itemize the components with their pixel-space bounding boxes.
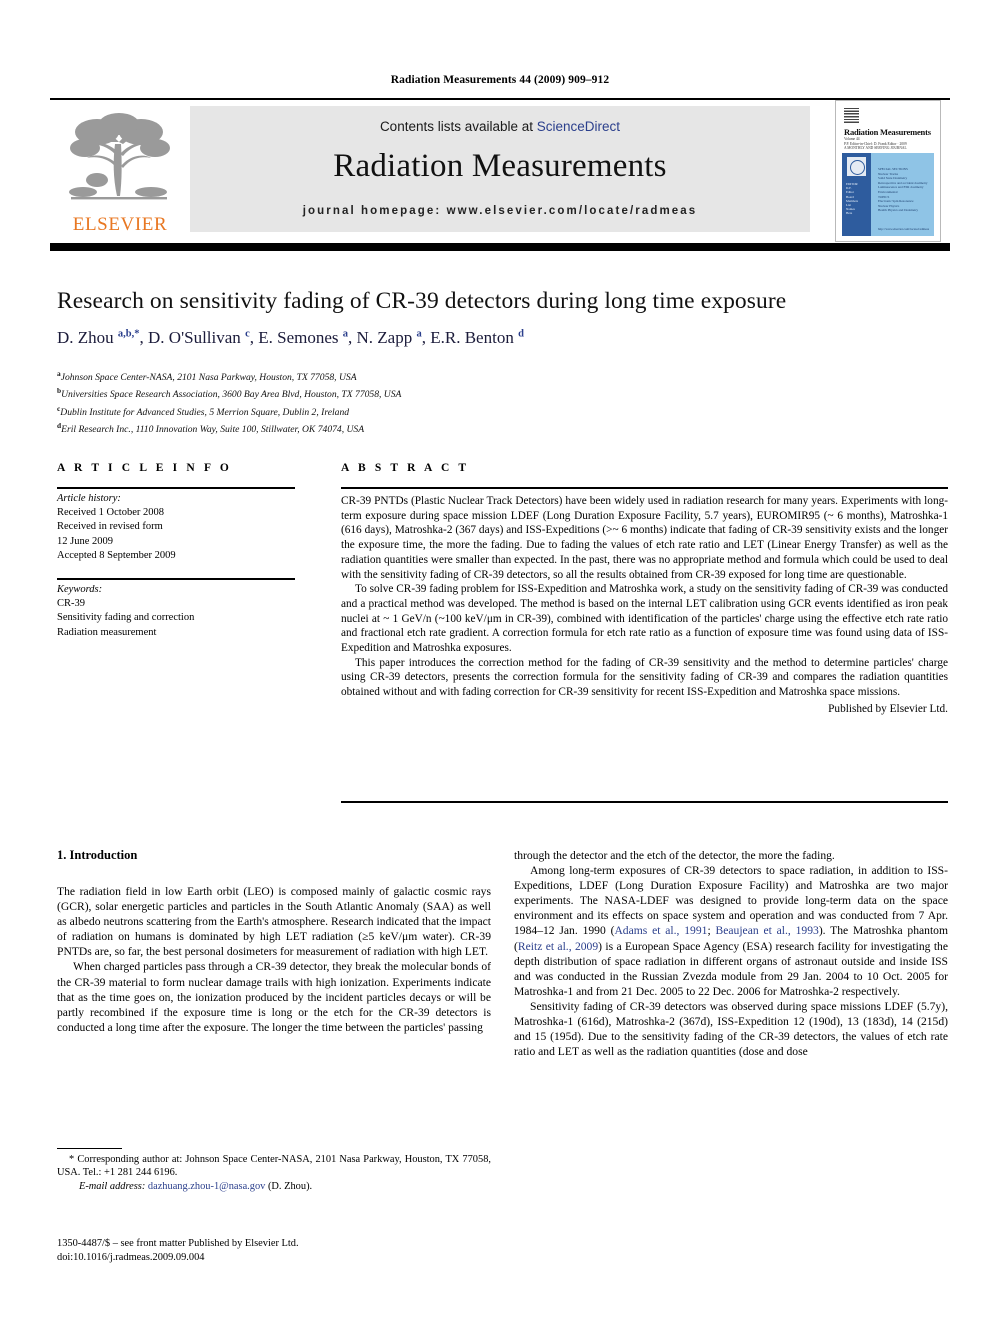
running-head: Radiation Measurements 44 (2009) 909–912 bbox=[390, 74, 610, 86]
email-label: E-mail address: bbox=[79, 1180, 146, 1192]
affiliation-mark: c bbox=[57, 403, 61, 413]
journal-homepage[interactable]: journal homepage: www.elsevier.com/locat… bbox=[190, 205, 810, 217]
page-title: Research on sensitivity fading of CR-39 … bbox=[57, 288, 787, 314]
article-history-line: Accepted 8 September 2009 bbox=[57, 549, 176, 561]
body-paragraph-with-citations: Among long-term exposures of CR-39 detec… bbox=[514, 864, 948, 998]
article-info-heading: A R T I C L E I N F O bbox=[57, 462, 232, 474]
sciencedirect-link[interactable]: ScienceDirect bbox=[537, 119, 620, 134]
article-history-line: Received in revised form bbox=[57, 521, 163, 533]
doi-line: doi:10.1016/j.radmeas.2009.09.004 bbox=[57, 1251, 205, 1263]
abstract-body: CR-39 PNTDs (Plastic Nuclear Track Detec… bbox=[341, 494, 948, 717]
keywords-block: Keywords: CR-39 Sensitivity fading and c… bbox=[57, 583, 307, 640]
body-column-right: through the detector and the etch of the… bbox=[514, 848, 948, 1059]
abstract-bottom-rule bbox=[341, 801, 948, 803]
affiliation-item: bUniversities Space Research Association… bbox=[57, 386, 402, 401]
email-suffix: (D. Zhou). bbox=[265, 1180, 313, 1192]
email-note: E-mail address: dazhuang.zhou-1@nasa.gov… bbox=[57, 1180, 491, 1193]
affiliation-list: aJohnson Space Center-NASA, 2101 Nasa Pa… bbox=[57, 367, 947, 436]
journal-title: Radiation Measurements bbox=[333, 148, 667, 184]
section-title-introduction: 1. Introduction bbox=[57, 848, 138, 862]
journal-cover-thumbnail: Radiation Measurements Volume 44 P.P. Edi… bbox=[835, 100, 941, 242]
masthead-bottom-rule bbox=[50, 243, 950, 251]
body-paragraph: When charged particles pass through a CR… bbox=[57, 960, 491, 1034]
abstract-paragraph: CR-39 PNTDs (Plastic Nuclear Track Detec… bbox=[341, 495, 948, 581]
cover-qr-icon bbox=[844, 108, 859, 123]
citation-link[interactable]: Beaujean et al., 1993 bbox=[716, 924, 819, 937]
cover-top-section: Radiation Measurements Volume 44 P.P. Edi… bbox=[842, 106, 934, 152]
affiliation-item: cDublin Institute for Advanced Studies, … bbox=[57, 403, 350, 418]
affiliation-mark: d bbox=[57, 420, 62, 430]
cover-right-panel-text: SPECIAL SECTIONS Nuclear Tracks Solid Stat… bbox=[878, 167, 928, 213]
cover-url: http://www.elsevier.com/locate/radmeas bbox=[878, 227, 930, 231]
elsevier-wordmark: ELSEVIER bbox=[72, 214, 168, 235]
article-info-rule bbox=[57, 487, 295, 489]
cover-emblem-icon bbox=[847, 157, 866, 176]
cover-left-panel: EDITOR D.F. Editor Board Members List Names Her… bbox=[842, 153, 871, 236]
corresponding-author-note: * Corresponding author at: Johnson Space… bbox=[57, 1154, 491, 1179]
affiliation-item: dEril Research Inc., 1110 Innovation Way… bbox=[57, 420, 365, 436]
front-matter-block: 1350-4487/$ – see front matter Published… bbox=[57, 1237, 491, 1264]
article-history-label: Article history: bbox=[57, 493, 121, 504]
abstract-published-by: Published by Elsevier Ltd. bbox=[828, 702, 948, 715]
contents-prefix: Contents lists available at bbox=[379, 119, 537, 134]
cover-subtitle: Volume 44 P.P. Editor-in-Chief: D. Frank … bbox=[844, 137, 907, 151]
body-column-left: The radiation field in low Earth orbit (… bbox=[57, 884, 491, 1035]
article-history-line: 12 June 2009 bbox=[57, 535, 113, 547]
article-history-line: Received 1 October 2008 bbox=[57, 507, 165, 519]
keywords-rule bbox=[57, 578, 295, 580]
author-list: D. Zhou a,b,*, D. O'Sullivan c, E. Semon… bbox=[57, 328, 524, 347]
citation-link[interactable]: Adams et al., 1991 bbox=[614, 924, 707, 937]
keyword-item: Sensitivity fading and correction bbox=[57, 612, 195, 624]
cover-journal-title: Radiation Measurements bbox=[844, 127, 931, 137]
citation-link[interactable]: Reitz et al., 2009 bbox=[518, 940, 598, 953]
issn-front-matter: 1350-4487/$ – see front matter Published… bbox=[57, 1238, 299, 1249]
body-paragraph: Sensitivity fading of CR-39 detectors wa… bbox=[514, 999, 948, 1059]
footnote-rule bbox=[57, 1148, 122, 1150]
cover-left-panel-text: EDITOR D.F. Editor Board Members List Names Her… bbox=[846, 182, 859, 216]
affiliation-mark: a bbox=[57, 369, 61, 378]
masthead-center: Contents lists available at ScienceDirec… bbox=[190, 106, 810, 232]
journal-masthead: ELSEVIER Contents lists available at Sci… bbox=[50, 100, 950, 242]
elsevier-logo: ELSEVIER bbox=[55, 102, 185, 238]
keywords-label: Keywords: bbox=[57, 584, 103, 595]
affiliation-item: aJohnson Space Center-NASA, 2101 Nasa Pa… bbox=[57, 369, 357, 384]
article-history: Article history: Received 1 October 2008… bbox=[57, 492, 307, 563]
cover-blue-band: EDITOR D.F. Editor Board Members List Names Her… bbox=[842, 153, 934, 236]
keyword-item: Radiation measurement bbox=[57, 626, 157, 638]
abstract-paragraph: This paper introduces the correction met… bbox=[341, 656, 948, 699]
footnote-block: * Corresponding author at: Johnson Space… bbox=[57, 1153, 491, 1193]
elsevier-tree-icon bbox=[69, 113, 170, 200]
keyword-item: CR-39 bbox=[57, 598, 86, 610]
abstract-heading: A B S T R A C T bbox=[341, 462, 470, 474]
contents-line: Contents lists available at ScienceDirec… bbox=[190, 119, 810, 134]
paper-page: Radiation Measurements 44 (2009) 909–912 bbox=[0, 0, 992, 1323]
abstract-top-rule bbox=[341, 487, 948, 489]
email-address-link[interactable]: dazhuang.zhou-1@nasa.gov bbox=[148, 1181, 265, 1192]
body-paragraph: through the detector and the etch of the… bbox=[514, 849, 835, 862]
affiliation-mark: b bbox=[57, 386, 62, 396]
body-paragraph: The radiation field in low Earth orbit (… bbox=[57, 885, 491, 959]
abstract-paragraph: To solve CR-39 fading problem for ISS-Ex… bbox=[341, 583, 948, 655]
